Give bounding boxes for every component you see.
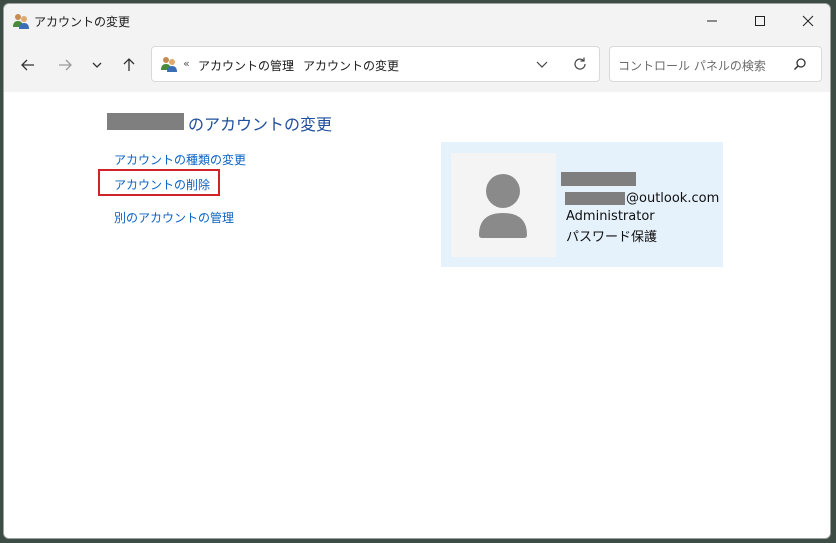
breadcrumb-separator-icon[interactable]: › — [289, 57, 294, 71]
search-icon[interactable] — [793, 57, 807, 71]
password-status: パスワード保護 — [566, 230, 658, 245]
content-area: のアカウントの変更 アカウントの種類の変更 アカウントの削除 別のアカウントの管… — [4, 92, 830, 538]
chevron-down-icon[interactable] — [534, 56, 550, 72]
user-role: Administrator — [566, 209, 655, 224]
forward-button[interactable] — [51, 52, 79, 78]
title-bar[interactable]: アカウントの変更 — [4, 4, 830, 38]
arrow-right-icon — [59, 59, 72, 71]
breadcrumb-overflow[interactable]: « — [183, 57, 190, 70]
breadcrumb-change-account[interactable]: アカウントの変更 — [303, 57, 399, 74]
up-button[interactable] — [115, 52, 143, 78]
redacted-username — [107, 113, 184, 130]
address-bar[interactable]: « アカウントの管理 › アカウントの変更 — [151, 46, 600, 82]
user-avatar-icon — [479, 174, 527, 238]
change-account-type-link[interactable]: アカウントの種類の変更 — [114, 151, 246, 168]
maximize-icon — [755, 16, 765, 26]
recent-locations-button[interactable] — [83, 52, 111, 78]
back-button[interactable] — [14, 52, 42, 78]
redacted-display-name — [561, 172, 636, 186]
maximize-button[interactable] — [736, 4, 784, 38]
arrow-up-icon — [123, 58, 135, 71]
search-box[interactable]: コントロール パネルの検索 — [609, 46, 822, 82]
avatar — [451, 153, 556, 257]
user-card: @outlook.com Administrator パスワード保護 — [441, 142, 723, 267]
redacted-email-prefix — [565, 192, 625, 205]
manage-another-account-link[interactable]: 別のアカウントの管理 — [114, 209, 234, 226]
navigation-bar: « アカウントの管理 › アカウントの変更 コントロール パネルの検索 — [4, 38, 830, 92]
close-icon — [802, 15, 814, 27]
delete-account-link[interactable]: アカウントの削除 — [114, 176, 210, 193]
search-placeholder: コントロール パネルの検索 — [618, 59, 766, 73]
refresh-icon[interactable] — [572, 56, 588, 72]
minimize-icon — [707, 20, 717, 22]
user-accounts-icon — [13, 14, 29, 29]
minimize-button[interactable] — [688, 4, 736, 38]
user-email: @outlook.com — [626, 191, 720, 206]
page-title: のアカウントの変更 — [188, 115, 333, 134]
chevron-down-icon — [92, 62, 102, 68]
arrow-left-icon — [21, 59, 34, 71]
user-accounts-icon — [161, 57, 177, 72]
breadcrumb-manage-accounts[interactable]: アカウントの管理 — [198, 57, 294, 74]
app-window: アカウントの変更 « アカウントの管理 › アカウントの変更 コントロール パネ… — [3, 3, 831, 539]
close-button[interactable] — [784, 4, 830, 38]
window-title: アカウントの変更 — [34, 15, 131, 29]
